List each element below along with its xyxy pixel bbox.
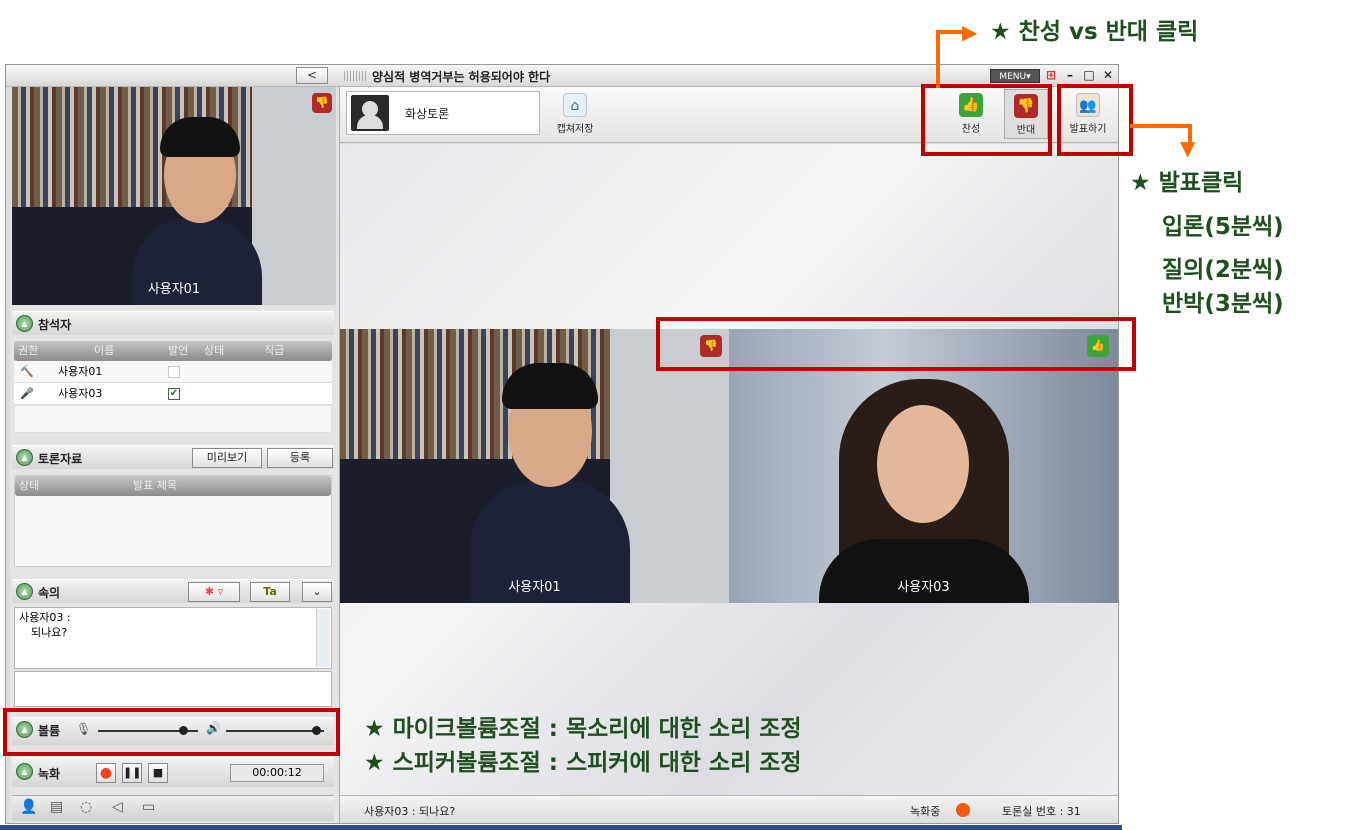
window-title: 양심적 병역거부는 허용되어야 한다: [372, 70, 551, 84]
user-icon[interactable]: 👤: [20, 799, 37, 815]
col-name: 이름: [94, 344, 115, 357]
whisper-title: 속의: [38, 586, 61, 600]
video-debate-tab[interactable]: 화상토론: [346, 91, 540, 135]
register-button[interactable]: 등록: [267, 448, 333, 468]
annotation-mic: ★ 마이크볼륨조절 : 목소리에 대한 소리 조정: [364, 716, 802, 742]
participant-name: 사용자03: [58, 387, 103, 400]
self-video: 👎 사용자01: [12, 87, 336, 305]
close-button[interactable]: ✕: [1101, 68, 1115, 82]
materials-title: 토론자료: [38, 452, 83, 466]
pause-button[interactable]: ❚❚: [122, 763, 142, 783]
agree-oppose-highlight: [921, 84, 1052, 156]
collapse-arrow-icon[interactable]: ▲: [16, 763, 33, 780]
scrollbar[interactable]: [316, 609, 330, 667]
table-row[interactable]: 🔨 사용자01: [14, 361, 332, 383]
chat-line: 사용자03 :: [19, 611, 71, 624]
collapse-arrow-icon[interactable]: ▲: [16, 315, 33, 332]
grip-icon: [344, 71, 366, 81]
recording-timer: 00:00:12: [230, 764, 324, 782]
preview-button[interactable]: 미리보기: [192, 448, 262, 468]
bottom-toolbar: 👤 ▤ ◌ ◁ ▭: [12, 795, 334, 821]
present-highlight: [1057, 84, 1133, 156]
col-role: 권한: [18, 344, 39, 357]
camera-icon[interactable]: ▭: [142, 799, 155, 815]
col-title: 발표 제목: [133, 479, 177, 492]
self-video-label: 사용자01: [147, 282, 201, 297]
capture-label: 캡쳐저장: [556, 124, 594, 135]
capture-save-button[interactable]: ⌂ 캡쳐저장: [548, 93, 602, 135]
participants-header[interactable]: ▲ 참석자: [12, 311, 334, 335]
col-speak: 발언: [168, 344, 189, 357]
menu-button[interactable]: MENU▾: [990, 69, 1040, 83]
emoticon-button[interactable]: ✱ ▿: [188, 582, 240, 602]
recording-title: 녹화: [38, 767, 61, 781]
participants-table-header: 권한 이름 발언 상태 직급: [14, 341, 332, 361]
arrow-right-icon: ▶: [962, 20, 978, 44]
table-row[interactable]: 🎤 사용자03 ✔: [14, 383, 332, 405]
gavel-icon: 🔨: [20, 365, 34, 378]
minimize-button[interactable]: –: [1063, 68, 1077, 82]
capture-icon: ⌂: [563, 93, 587, 117]
annotation-line: 입론(5분씩): [1162, 214, 1284, 240]
materials-header[interactable]: ▲ 토론자료 미리보기 등록: [12, 445, 334, 469]
video-label: 사용자01: [508, 580, 561, 595]
annotation-line: 반박(3분씩): [1162, 291, 1284, 317]
materials-table-header: 상태 발표 제목: [15, 476, 331, 496]
chat-input[interactable]: [14, 671, 332, 707]
materials-table: 상태 발표 제목: [14, 475, 332, 567]
status-bar: 사용자03 : 되나요? 녹화중 토론실 번호 : 31: [340, 795, 1118, 823]
stance-badges-highlight: [656, 317, 1136, 371]
recording-status: 녹화중: [910, 805, 941, 818]
recording-row: ▲ 녹화 ● ❚❚ ■ 00:00:12: [12, 757, 334, 787]
recording-indicator-icon: [956, 803, 970, 817]
room-number: 토론실 번호 : 31: [1002, 805, 1081, 818]
annotation-present-title: ★ 발표클릭: [1130, 170, 1244, 196]
oppose-badge-icon: 👎: [312, 93, 332, 113]
col-status: 상태: [204, 344, 225, 357]
chat-log[interactable]: 사용자03 : 되나요?: [14, 607, 332, 669]
participant-name: 사용자01: [58, 365, 103, 378]
col-rank: 직급: [264, 344, 285, 357]
participants-title: 참석자: [38, 318, 72, 332]
arrow-down-icon: ▼: [1180, 136, 1196, 160]
maximize-button[interactable]: □: [1082, 68, 1096, 82]
volume-highlight: [3, 708, 340, 756]
record-button[interactable]: ●: [96, 763, 116, 783]
avatar: [351, 95, 389, 131]
video-label: 사용자03: [897, 580, 950, 595]
person-face: [877, 405, 969, 523]
chat-icon[interactable]: ◌: [80, 799, 92, 815]
speak-checkbox[interactable]: ✔: [168, 388, 180, 400]
font-style-button[interactable]: Ta: [250, 582, 290, 602]
collapse-panel-button[interactable]: <: [296, 67, 328, 84]
speak-checkbox[interactable]: [168, 366, 180, 378]
video-stage: 👎 사용자01 👍 사용자03: [340, 144, 1118, 795]
col-status: 상태: [19, 479, 40, 492]
stop-button[interactable]: ■: [148, 763, 168, 783]
participants-table: 권한 이름 발언 상태 직급 🔨 사용자01 🎤 사용자03 ✔: [14, 341, 332, 433]
fullscreen-icon[interactable]: ⊞: [1044, 68, 1058, 82]
annotation-top: ★ 찬성 vs 반대 클릭: [990, 19, 1199, 45]
annotation-line: 질의(2분씩): [1162, 257, 1284, 283]
collapse-arrow-icon[interactable]: ▲: [16, 583, 33, 600]
annotation-speaker: ★ 스피커볼륨조절 : 스피커에 대한 소리 조정: [364, 750, 802, 776]
bottom-rule: [0, 825, 1122, 830]
speaker-user-icon: 🎤: [20, 387, 34, 400]
document-icon[interactable]: ▤: [50, 799, 63, 815]
video-debate-label: 화상토론: [405, 107, 450, 121]
collapse-arrow-icon[interactable]: ▲: [16, 449, 33, 466]
sound-icon[interactable]: ◁: [112, 799, 123, 815]
chevron-down-icon[interactable]: ⌄: [302, 582, 332, 602]
chat-line: 되나요?: [31, 626, 68, 639]
last-chat-text: 사용자03 : 되나요?: [364, 805, 456, 818]
whisper-header[interactable]: ▲ 속의 ✱ ▿ Ta ⌄: [12, 579, 334, 603]
